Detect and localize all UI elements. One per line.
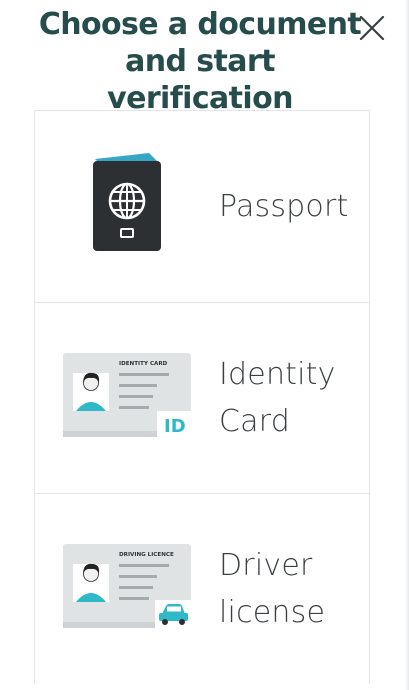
identity-card-icon: IDENTITY CARD ID [63, 353, 191, 437]
document-label-driver-license: Driver license [219, 548, 326, 630]
document-option-identity-card[interactable]: IDENTITY CARD ID Identity Card [35, 302, 369, 494]
document-list: Passport IDENTITY CARD ID Identity Card [34, 110, 370, 684]
close-button[interactable] [358, 14, 386, 42]
document-option-passport[interactable]: Passport [35, 111, 369, 302]
document-label-identity-card: Identity Card [219, 357, 336, 439]
passport-icon [93, 153, 161, 251]
document-option-driver-license[interactable]: DRIVING LICENCE Driver license [35, 493, 369, 685]
id-badge: ID [164, 416, 186, 437]
licence-card-header: DRIVING LICENCE [119, 552, 174, 558]
right-edge-shadow [405, 0, 409, 690]
driver-licence-icon: DRIVING LICENCE [63, 544, 191, 628]
header: Choose a document and start verification [0, 6, 409, 116]
page-title: Choose a document and start verification [38, 7, 362, 116]
close-icon [359, 15, 385, 41]
identity-card-header: IDENTITY CARD [119, 361, 168, 367]
document-label-passport: Passport [219, 189, 349, 224]
